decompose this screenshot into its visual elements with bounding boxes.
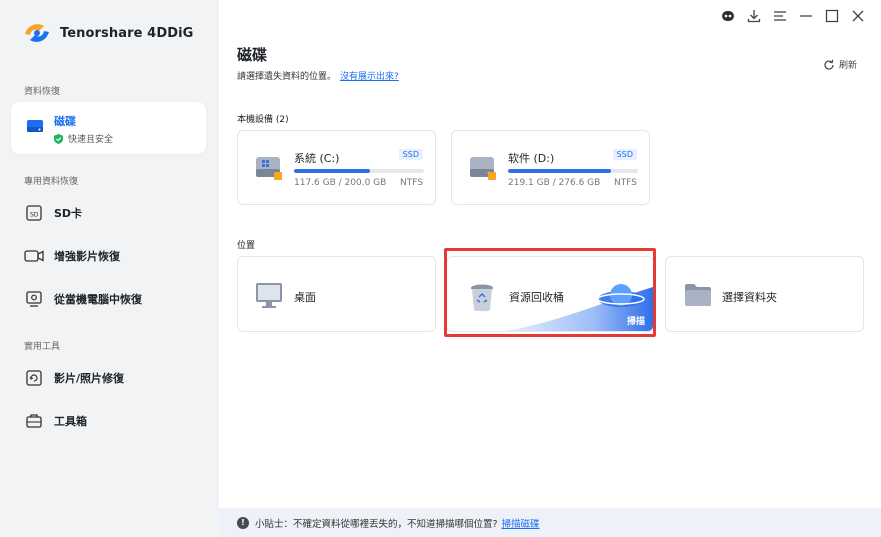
selection-highlight (444, 248, 656, 337)
info-icon: ! (237, 516, 249, 529)
sidebar-item-label: 從當機電腦中恢復 (54, 293, 142, 306)
drive-filesystem: NTFS (614, 178, 637, 188)
drive-usage-bar (508, 169, 638, 173)
shield-icon (54, 133, 63, 144)
drive-type-badge: SSD (398, 149, 423, 160)
sidebar-item-sub-text: 快速且安全 (68, 135, 114, 145)
location-desktop[interactable]: 桌面 (237, 256, 436, 332)
disk-icon (27, 120, 43, 132)
sidebar-item-label: 工具箱 (54, 415, 87, 428)
sidebar: Tenorshare 4DDiG 資料恢復 磁碟 快速且安全 專用資料恢復 SD… (0, 0, 219, 537)
location-label: 桌面 (294, 291, 316, 304)
sd-card-icon: SD (24, 203, 44, 223)
app-logo-icon (25, 24, 49, 42)
location-label: 選擇資料夾 (722, 291, 777, 304)
sidebar-item-photo-repair[interactable]: 影片/照片修復 (24, 368, 124, 388)
sidebar-item-video-recovery[interactable]: 增強影片恢復 (24, 246, 120, 266)
not-shown-link[interactable]: 沒有展示出來? (340, 72, 399, 82)
page-subtitle: 請選擇遺失資料的位置。 沒有展示出來? (237, 69, 399, 82)
video-camera-icon (24, 246, 44, 266)
devices-label: 本機設備 (2) (237, 115, 289, 125)
drive-size: 117.6 GB / 200.0 GB (294, 178, 387, 188)
window-controls (715, 6, 871, 26)
refresh-icon (824, 59, 834, 70)
sidebar-item-label: SD卡 (54, 207, 83, 220)
drive-name: 系統 (C:) (294, 152, 340, 165)
drive-type-badge: SSD (612, 149, 637, 160)
toolbox-icon (24, 411, 44, 431)
location-select-folder[interactable]: 選擇資料夾 (665, 256, 864, 332)
drive-card-d[interactable]: 软件 (D:) SSD 219.1 GB / 276.6 GB NTFS (451, 130, 650, 205)
desktop-icon (256, 283, 282, 308)
page-subtitle-text: 請選擇遺失資料的位置。 (237, 72, 337, 82)
close-icon[interactable] (845, 6, 871, 26)
drive-usage-bar (294, 169, 424, 173)
sidebar-item-crashed-computer[interactable]: 從當機電腦中恢復 (24, 289, 142, 309)
minimize-icon[interactable] (793, 6, 819, 26)
sidebar-item-label: 增強影片恢復 (54, 250, 120, 263)
photo-repair-icon (24, 368, 44, 388)
maximize-icon[interactable] (819, 6, 845, 26)
section-label-special: 專用資料恢復 (24, 177, 79, 187)
app-name: Tenorshare 4DDiG (60, 25, 194, 41)
sidebar-item-disk[interactable]: 磁碟 快速且安全 (11, 102, 206, 154)
drive-filesystem: NTFS (400, 178, 423, 188)
tip-text: 小貼士：不確定資料從哪裡丟失的，不知道掃描哪個位置? (255, 518, 498, 530)
sidebar-item-label: 影片/照片修復 (54, 372, 125, 385)
system-drive-icon (256, 157, 282, 180)
brand: Tenorshare 4DDiG (22, 20, 193, 46)
scan-disk-link[interactable]: 掃描磁碟 (502, 516, 540, 530)
tip-bar: ! 小貼士：不確定資料從哪裡丟失的，不知道掃描哪個位置? 掃描磁碟 (219, 508, 881, 537)
drive-usage-fill (294, 169, 371, 173)
sidebar-item-label: 磁碟 (54, 115, 76, 128)
sidebar-item-toolbox[interactable]: 工具箱 (24, 411, 87, 431)
menu-icon[interactable] (767, 6, 793, 26)
assistant-bot-icon[interactable] (715, 6, 741, 26)
svg-text:SD: SD (30, 212, 39, 219)
sidebar-item-sd-card[interactable]: SD SD卡 (24, 203, 82, 223)
refresh-button[interactable]: 刷新 (823, 58, 857, 71)
drive-icon (470, 157, 496, 180)
sidebar-item-sub: 快速且安全 (54, 132, 113, 145)
crashed-computer-icon (24, 289, 44, 309)
drive-usage-fill (508, 169, 611, 173)
drive-name: 软件 (D:) (508, 152, 555, 165)
page-title: 磁碟 (237, 46, 268, 64)
refresh-label: 刷新 (839, 61, 858, 71)
locations-label: 位置 (237, 241, 256, 251)
drive-card-c[interactable]: 系統 (C:) SSD 117.6 GB / 200.0 GB NTFS (237, 130, 436, 205)
download-icon[interactable] (741, 6, 767, 26)
drive-size: 219.1 GB / 276.6 GB (508, 178, 601, 188)
folder-icon (685, 284, 711, 306)
section-label-recovery: 資料恢復 (24, 87, 61, 97)
section-label-tools: 實用工具 (24, 342, 61, 352)
